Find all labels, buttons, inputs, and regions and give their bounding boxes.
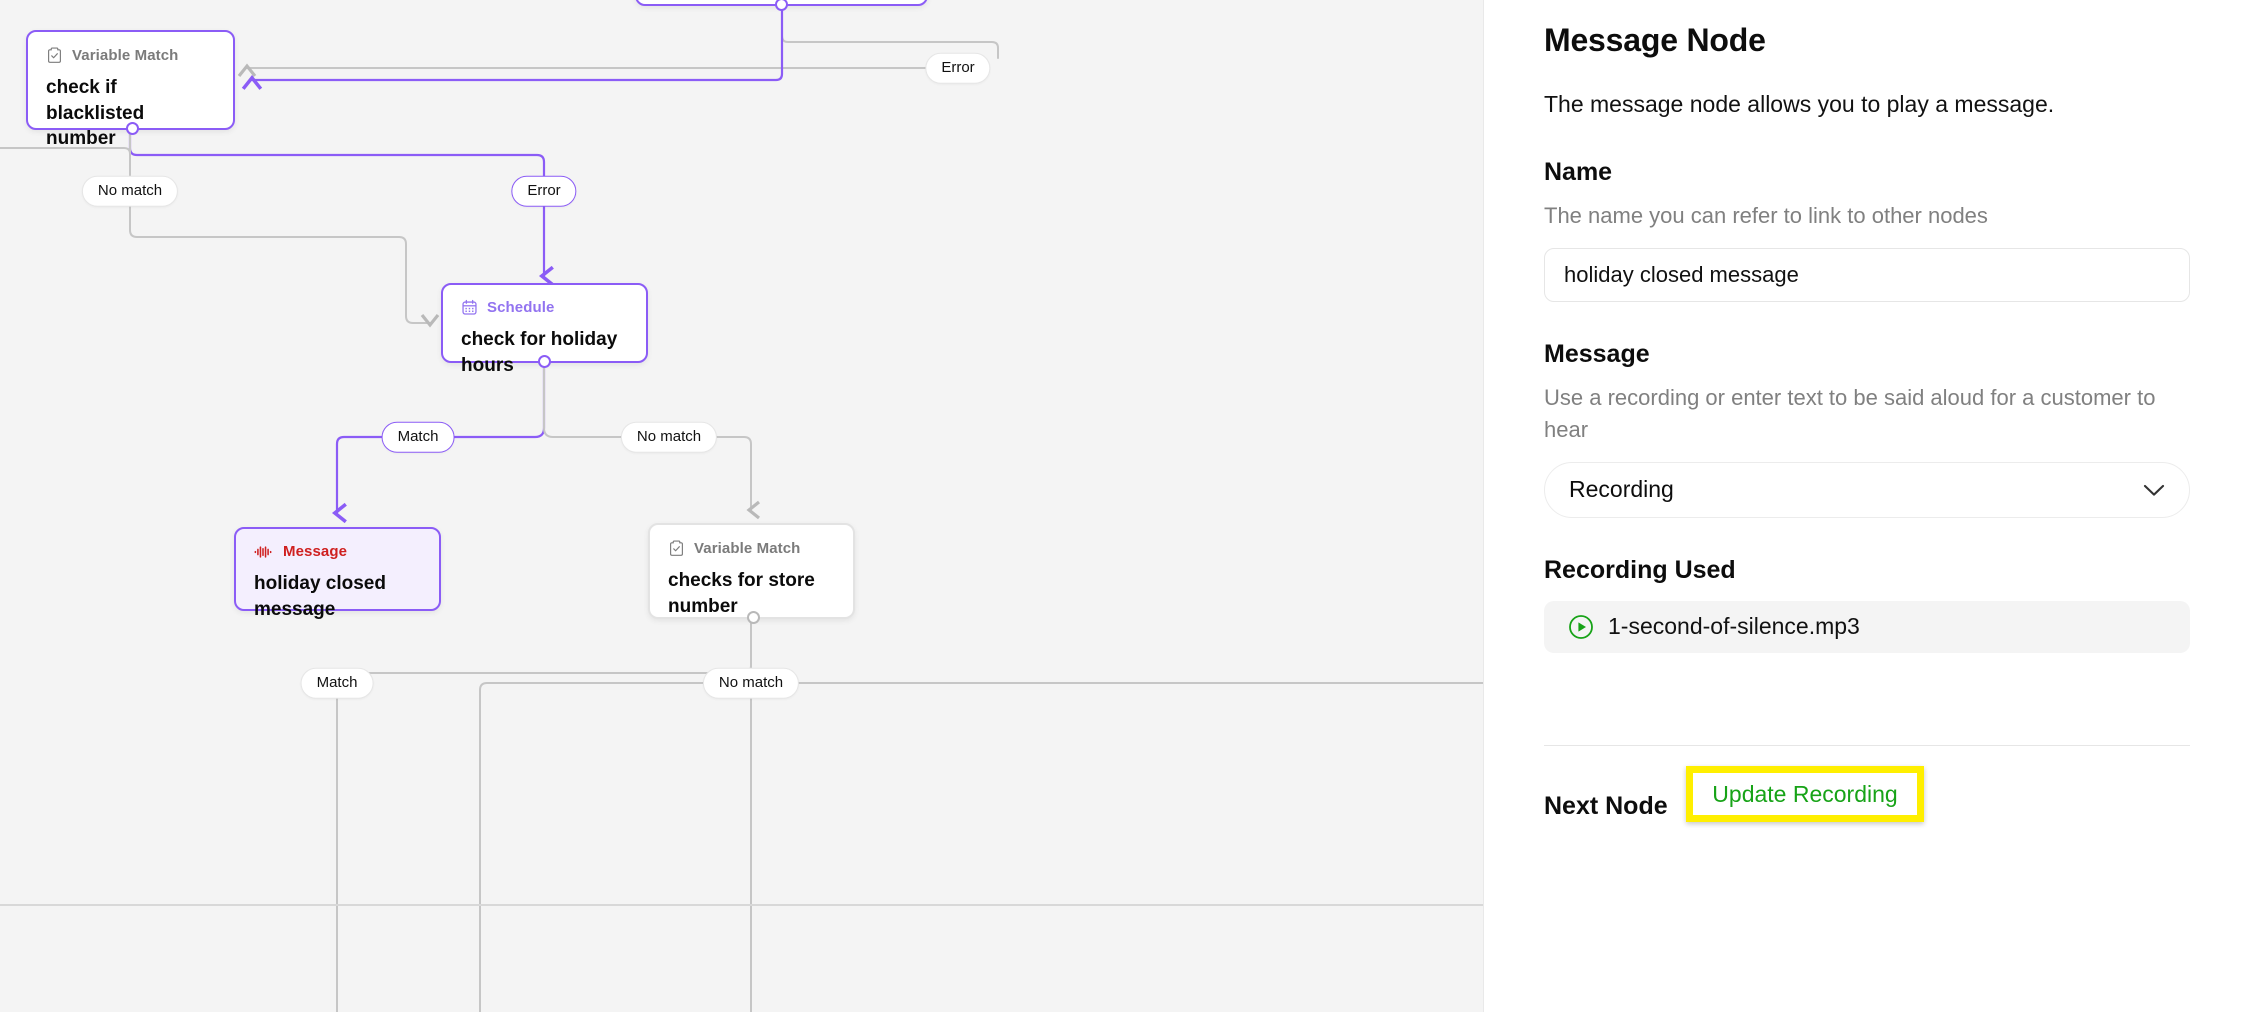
canvas-bottom-divider <box>0 904 1483 906</box>
waveform-icon <box>254 545 274 559</box>
recording-section-heading: Recording Used <box>1544 555 1736 584</box>
node-output-port[interactable] <box>746 611 760 624</box>
flow-canvas[interactable]: Variable Match check if blacklisted numb… <box>0 0 1483 1012</box>
node-type-label: Variable Match <box>694 539 801 557</box>
recording-used-row[interactable]: 1-second-of-silence.mp3 <box>1544 600 2190 653</box>
edge-label-text: No match <box>718 673 784 691</box>
flow-edges <box>0 4 1483 1012</box>
name-section-hint: The name you can refer to link to other … <box>1544 203 1988 229</box>
edge-label-no-match-left[interactable]: No match <box>81 175 179 207</box>
edge-label-text: Error <box>941 58 975 76</box>
node-type-row: Variable Match <box>46 46 215 64</box>
flow-node-checks-for-store-number[interactable]: Variable Match checks for store number <box>648 523 855 624</box>
clipboard-check-icon <box>668 539 685 557</box>
calendar-icon <box>461 299 478 316</box>
node-name-input[interactable] <box>1544 247 2190 302</box>
edge-label-text: No match <box>636 427 702 445</box>
node-type-row: Message <box>254 543 421 560</box>
chevron-down-icon <box>2143 484 2165 497</box>
flow-node-holiday-closed-message[interactable]: Message holiday closed message <box>234 527 441 620</box>
node-type-row: Variable Match <box>668 539 835 557</box>
message-type-select-value: Recording <box>1569 476 1674 503</box>
edge-label-no-match-holiday[interactable]: No match <box>620 421 718 453</box>
edge-label-match-store[interactable]: Match <box>300 667 374 699</box>
app-root: Variable Match check if blacklisted numb… <box>0 0 2250 1012</box>
edge-label-text: Match <box>316 673 358 691</box>
panel-title: Message Node <box>1544 22 1766 58</box>
node-title: holiday closed message <box>254 573 386 620</box>
name-section-heading: Name <box>1544 158 1613 187</box>
node-title: check for holiday hours <box>461 329 618 376</box>
edge-label-error-top-right[interactable]: Error <box>925 52 991 84</box>
node-output-port[interactable] <box>538 355 551 368</box>
recording-file-name: 1-second-of-silence.mp3 <box>1608 613 1860 640</box>
update-recording-highlight: Update Recording <box>1686 766 1924 822</box>
clipboard-check-icon <box>46 46 63 64</box>
node-type-label: Message <box>283 543 348 560</box>
flow-node-check-for-holiday-hours[interactable]: Schedule check for holiday hours <box>441 283 648 376</box>
message-type-select[interactable]: Recording <box>1544 461 2190 518</box>
panel-description: The message node allows you to play a me… <box>1544 91 2055 117</box>
message-section-heading: Message <box>1544 339 1650 368</box>
panel-section-divider <box>1544 744 2190 746</box>
node-type-row: Schedule <box>461 299 628 316</box>
edge-label-text: Error <box>527 181 561 199</box>
edge-label-no-match-store[interactable]: No match <box>702 667 800 699</box>
node-output-port[interactable] <box>125 122 139 135</box>
edge-label-match-holiday[interactable]: Match <box>381 421 455 453</box>
update-recording-button[interactable]: Update Recording <box>1712 781 1897 808</box>
node-title: check if blacklisted number <box>46 77 145 150</box>
node-details-panel: Message Node The message node allows you… <box>1483 0 2250 1012</box>
edge-label-text: Match <box>397 427 439 445</box>
flow-node-top-partial[interactable] <box>635 0 928 11</box>
flow-node-check-if-blacklisted-number[interactable]: Variable Match check if blacklisted numb… <box>26 30 235 149</box>
node-type-label: Variable Match <box>72 46 179 64</box>
edge-label-error-mid[interactable]: Error <box>511 175 577 207</box>
play-circle-icon[interactable] <box>1568 614 1594 640</box>
edge-label-text: No match <box>97 181 163 199</box>
node-type-label: Schedule <box>487 299 555 316</box>
message-section-hint: Use a recording or enter text to be said… <box>1544 384 2156 442</box>
